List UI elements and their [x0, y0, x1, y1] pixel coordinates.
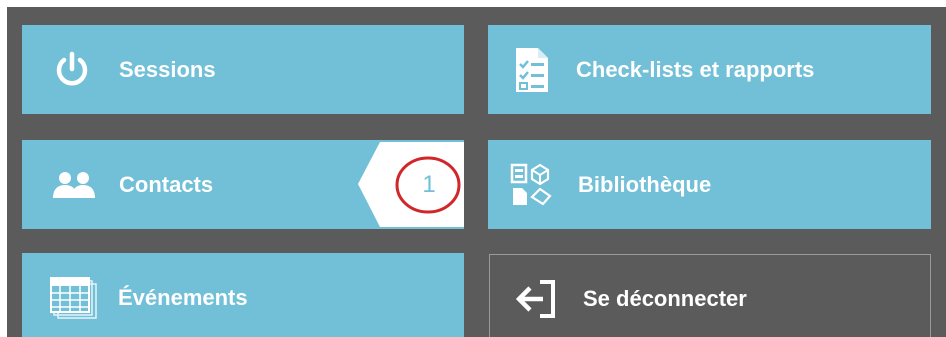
logout-icon — [515, 277, 559, 321]
power-icon — [52, 50, 92, 90]
calendar-icon — [50, 276, 98, 320]
sessions-label: Sessions — [119, 56, 216, 82]
contacts-notification-badge[interactable]: 1 — [358, 140, 464, 229]
logout-label: Se déconnecter — [583, 286, 747, 311]
contacts-icon — [52, 170, 96, 200]
contacts-badge-count: 1 — [422, 170, 436, 198]
library-icon — [509, 162, 553, 208]
contacts-label: Contacts — [119, 171, 214, 197]
events-label: Événements — [118, 285, 248, 310]
sessions-tile[interactable]: Sessions — [22, 25, 464, 114]
library-label: Bibliothèque — [578, 171, 712, 197]
events-tile[interactable]: Événements — [22, 253, 464, 337]
checklists-label: Check-lists et rapports — [576, 56, 815, 82]
checklists-tile[interactable]: Check-lists et rapports — [488, 25, 931, 114]
logout-tile[interactable]: Se déconnecter — [489, 254, 931, 337]
dashboard-screen: Sessions Check-lists et rapports Contact… — [7, 7, 946, 337]
library-tile[interactable]: Bibliothèque — [488, 140, 931, 229]
contacts-tile[interactable]: Contacts 1 — [22, 140, 464, 229]
checklist-document-icon — [512, 45, 552, 95]
